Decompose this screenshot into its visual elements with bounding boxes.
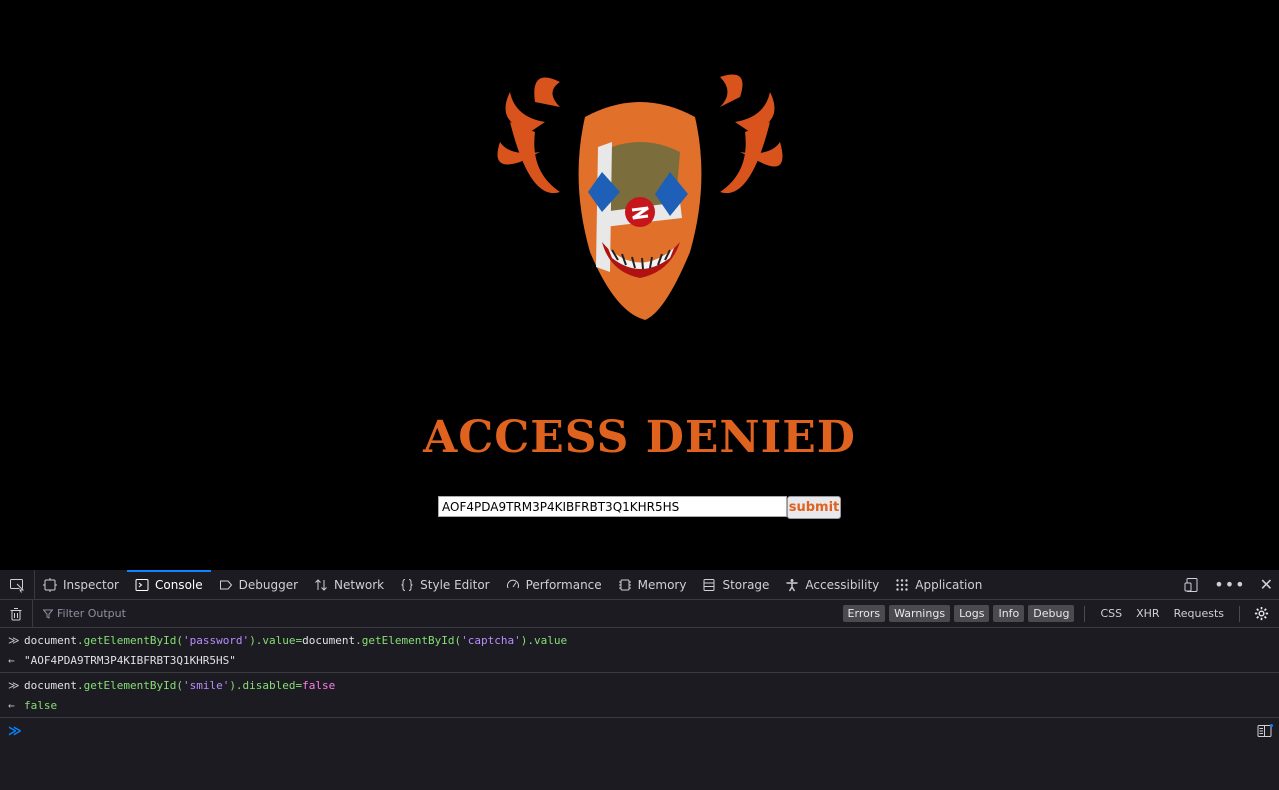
- element-picker-button[interactable]: [0, 570, 35, 599]
- filter-xhr[interactable]: XHR: [1131, 607, 1164, 620]
- input-chevron-icon: ≫: [8, 633, 20, 647]
- code-token: 'password': [182, 633, 250, 647]
- style-editor-icon: [401, 578, 413, 591]
- tab-network[interactable]: Network: [306, 570, 392, 599]
- clown-face-image: [497, 74, 783, 320]
- console-input[interactable]: ≫: [0, 719, 1279, 743]
- divider: [1084, 605, 1086, 622]
- input-chevron-icon: ≫: [8, 678, 20, 692]
- tab-label: Inspector: [63, 577, 119, 592]
- more-options-icon[interactable]: •••: [1214, 575, 1245, 594]
- tab-label: Accessibility: [805, 577, 880, 592]
- console-input-line: ≫ document .getElementById('password').va…: [0, 630, 1279, 650]
- performance-icon: [506, 579, 519, 588]
- inspector-icon: [43, 577, 57, 592]
- console-result-line: ← "AOF4PDA9TRM3P4KIBFRBT3Q1KHR5HS": [0, 650, 1279, 670]
- debugger-icon: [219, 580, 232, 589]
- filter-placeholder: Filter Output: [57, 607, 126, 620]
- close-icon[interactable]: ✕: [1260, 575, 1273, 594]
- result-value: false: [24, 698, 58, 712]
- password-input[interactable]: [438, 496, 787, 517]
- level-errors[interactable]: Errors: [842, 605, 886, 622]
- result-arrow-icon: ←: [8, 698, 15, 712]
- console-filter-bar: Filter Output Errors Warnings Logs Info …: [0, 600, 1279, 628]
- code-token: ).value=: [249, 633, 303, 647]
- memory-icon: [618, 579, 631, 590]
- code-token: document: [302, 633, 356, 647]
- console-icon: [135, 578, 149, 591]
- tab-label: Style Editor: [420, 577, 490, 592]
- tab-storage[interactable]: Storage: [694, 570, 777, 599]
- filter-requests[interactable]: Requests: [1169, 607, 1229, 620]
- level-info[interactable]: Info: [993, 605, 1025, 622]
- devtools-panel: Inspector Console Debugger Network Style Edi…: [0, 570, 1279, 790]
- code-token: document: [24, 633, 77, 647]
- network-icon: [315, 578, 327, 591]
- console-input-line: ≫ document .getElementById('smile').disab…: [0, 675, 1279, 695]
- code-token: ).value: [520, 633, 568, 647]
- submit-button[interactable]: submit: [787, 496, 841, 519]
- result-value: "AOF4PDA9TRM3P4KIBFRBT3Q1KHR5HS": [24, 653, 236, 667]
- access-denied-heading: ACCESS DENIED: [423, 412, 856, 463]
- filter-icon: [43, 609, 53, 619]
- tab-label: Network: [334, 577, 385, 592]
- code-token: .getElementById(: [76, 633, 183, 647]
- result-arrow-icon: ←: [8, 653, 15, 667]
- code-token: document: [24, 678, 77, 692]
- code-token: .getElementById(: [76, 678, 183, 692]
- application-icon: [896, 578, 908, 591]
- log-level-filters: Errors Warnings Logs Info Debug CSS XHR …: [842, 600, 1269, 627]
- editor-mode-icon[interactable]: [1257, 724, 1273, 738]
- divider: [1239, 605, 1240, 622]
- tab-label: Memory: [637, 577, 687, 592]
- filter-css[interactable]: CSS: [1095, 607, 1127, 620]
- tab-application[interactable]: Application: [887, 570, 990, 599]
- trash-icon: [10, 607, 22, 620]
- element-picker-icon: [10, 578, 25, 593]
- prompt-chevron-icon: ≫: [8, 723, 22, 739]
- devtools-toolbar: Inspector Console Debugger Network Style Edi…: [0, 570, 1279, 600]
- tab-label: Application: [915, 577, 983, 592]
- level-logs[interactable]: Logs: [954, 605, 990, 622]
- tab-inspector[interactable]: Inspector: [35, 570, 127, 599]
- level-debug[interactable]: Debug: [1028, 605, 1075, 622]
- code-token: 'smile': [182, 678, 230, 692]
- code-token: .getElementById(: [355, 633, 462, 647]
- code-token: 'captcha': [461, 633, 521, 647]
- console-entry: ≫ document .getElementById('smile').disab…: [0, 673, 1279, 718]
- web-page: ACCESS DENIED submit: [0, 0, 1279, 570]
- console-entry: ≫ document .getElementById('password').va…: [0, 628, 1279, 673]
- tab-style-editor[interactable]: Style Editor: [392, 570, 497, 599]
- storage-icon: [703, 578, 715, 591]
- tab-console[interactable]: Console: [126, 570, 211, 599]
- console-result-line: ← false: [0, 695, 1279, 715]
- tab-label: Debugger: [238, 577, 299, 592]
- code-token: false: [302, 678, 336, 692]
- clear-console-button[interactable]: [0, 600, 33, 627]
- tab-performance[interactable]: Performance: [498, 570, 610, 599]
- tab-label: Storage: [722, 577, 770, 592]
- responsive-design-icon[interactable]: [1184, 577, 1200, 593]
- tab-label: Console: [154, 577, 203, 592]
- tab-memory[interactable]: Memory: [610, 570, 695, 599]
- tab-debugger[interactable]: Debugger: [211, 570, 306, 599]
- code-token: ).disabled=: [229, 678, 303, 692]
- filter-output-field[interactable]: Filter Output: [33, 607, 126, 620]
- gear-icon: [1254, 606, 1269, 621]
- tab-label: Performance: [525, 577, 602, 592]
- console-output: ≫ document .getElementById('password').va…: [0, 628, 1279, 718]
- tab-accessibility[interactable]: Accessibility: [777, 570, 887, 599]
- accessibility-icon: [786, 578, 798, 591]
- level-warnings[interactable]: Warnings: [889, 605, 951, 622]
- console-settings-button[interactable]: [1254, 606, 1269, 621]
